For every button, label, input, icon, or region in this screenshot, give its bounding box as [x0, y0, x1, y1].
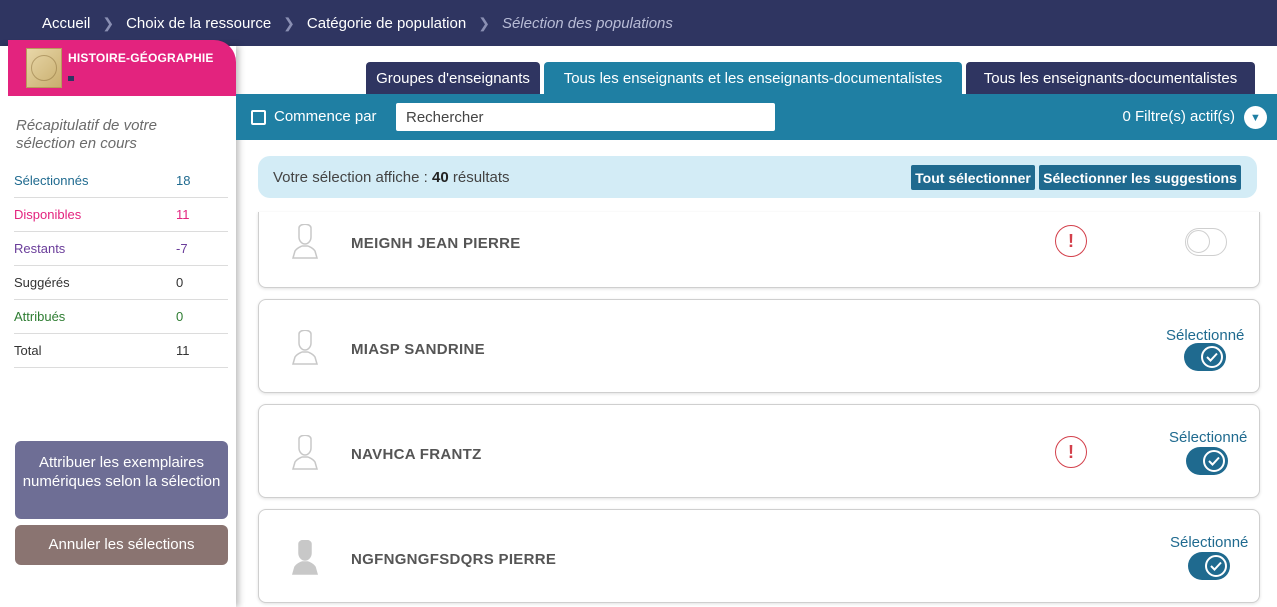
chevron-right-icon: ❯: [283, 14, 295, 31]
tab-all-teachers-and-librarians[interactable]: Tous les enseignants et les enseignants-…: [544, 62, 962, 94]
sidebar: HISTOIRE-GÉOGRAPHIE Récapitulatif de vot…: [0, 40, 236, 607]
results-suffix: résultats: [448, 169, 510, 186]
chevron-right-icon: ❯: [478, 14, 490, 31]
results-summary-bar: Votre sélection affiche : 40 résultats T…: [258, 156, 1257, 198]
flag-icon: [68, 76, 74, 81]
stat-label: Restants: [14, 241, 66, 256]
breadcrumb-category[interactable]: Catégorie de population: [307, 15, 466, 32]
starts-with-label: Commence par: [274, 108, 377, 125]
person-name: MIASP SANDRINE: [351, 341, 485, 358]
stat-value: 0: [176, 309, 184, 324]
chevron-down-icon[interactable]: ▼: [1244, 106, 1267, 129]
selection-toggle[interactable]: [1184, 343, 1226, 371]
person-name: NGFNGNGFSDQRS PIERRE: [351, 551, 557, 568]
cancel-selections-button[interactable]: Annuler les sélections: [15, 525, 228, 565]
selected-label: Sélectionné: [1166, 327, 1245, 344]
stat-label: Sélectionnés: [14, 173, 89, 188]
person-name: NAVHCA FRANTZ: [351, 446, 482, 463]
person-card: MIASP SANDRINE Sélectionné: [258, 299, 1260, 393]
filter-bar: Commence par 0 Filtre(s) actif(s) ▼: [236, 94, 1277, 140]
selection-toggle[interactable]: [1185, 228, 1227, 256]
stat-row-suggested: Suggérés 0: [14, 266, 228, 300]
selection-toggle[interactable]: [1188, 552, 1230, 580]
stat-row-total: Total 11: [14, 334, 228, 368]
person-card: NGFNGNGFSDQRS PIERRE Sélectionné: [258, 509, 1260, 603]
person-outline-icon: [292, 435, 318, 470]
person-outline-icon: [292, 330, 318, 365]
stat-value: 18: [176, 173, 191, 188]
stat-label: Disponibles: [14, 207, 82, 222]
breadcrumb-resource[interactable]: Choix de la ressource: [126, 15, 271, 32]
check-icon: [1205, 555, 1227, 577]
search-input[interactable]: [396, 103, 775, 131]
results-summary-text: Votre sélection affiche : 40 résultats: [273, 169, 510, 186]
stat-row-assigned: Attribués 0: [14, 300, 228, 334]
tab-all-librarians[interactable]: Tous les enseignants-documentalistes: [966, 62, 1255, 94]
active-filters-count: 0 Filtre(s) actif(s): [1122, 108, 1236, 125]
tab-teacher-groups[interactable]: Groupes d'enseignants: [366, 62, 540, 94]
person-filled-icon: [292, 540, 318, 575]
stat-label: Suggérés: [14, 275, 70, 290]
warning-icon: !: [1055, 436, 1087, 468]
check-icon: [1203, 450, 1225, 472]
stat-row-selected: Sélectionnés 18: [14, 164, 228, 198]
person-outline-icon: [292, 224, 318, 259]
stat-value: -7: [176, 241, 188, 256]
breadcrumb-current: Sélection des populations: [501, 14, 673, 32]
stat-value: 11: [176, 207, 190, 222]
warning-icon: !: [1055, 225, 1087, 257]
stat-value: 11: [176, 343, 190, 358]
results-count: 40: [432, 169, 449, 186]
resource-cover-image: [26, 48, 62, 88]
chevron-right-icon: ❯: [102, 14, 115, 31]
toggle-knob: [1187, 230, 1210, 253]
stat-row-remaining: Restants -7: [14, 232, 228, 266]
person-name: MEIGNH JEAN PIERRE: [351, 235, 521, 252]
stat-label: Attribués: [14, 309, 66, 324]
breadcrumb-home[interactable]: Accueil: [42, 15, 90, 32]
check-icon: [1201, 346, 1223, 368]
person-card: NAVHCA FRANTZ ! Sélectionné: [258, 404, 1260, 498]
resource-card: HISTOIRE-GÉOGRAPHIE: [8, 40, 236, 96]
selection-stats: Sélectionnés 18 Disponibles 11 Restants …: [14, 164, 228, 368]
results-prefix: Votre sélection affiche :: [273, 169, 432, 186]
select-all-button[interactable]: Tout sélectionner: [911, 165, 1035, 190]
selected-label: Sélectionné: [1170, 534, 1249, 551]
selection-toggle[interactable]: [1186, 447, 1228, 475]
stat-value: 0: [176, 275, 184, 290]
selection-summary-title: Récapitulatif de votre sélection en cour…: [16, 117, 157, 152]
starts-with-checkbox[interactable]: [251, 110, 266, 125]
person-card: MEIGNH JEAN PIERRE !: [258, 212, 1260, 288]
select-suggestions-button[interactable]: Sélectionner les suggestions: [1039, 165, 1241, 190]
selected-label: Sélectionné: [1169, 429, 1248, 446]
stat-row-available: Disponibles 11: [14, 198, 228, 232]
resource-title: HISTOIRE-GÉOGRAPHIE: [68, 51, 214, 65]
assign-copies-button[interactable]: Attribuer les exemplaires numériques sel…: [15, 441, 228, 519]
stat-label: Total: [14, 343, 42, 358]
